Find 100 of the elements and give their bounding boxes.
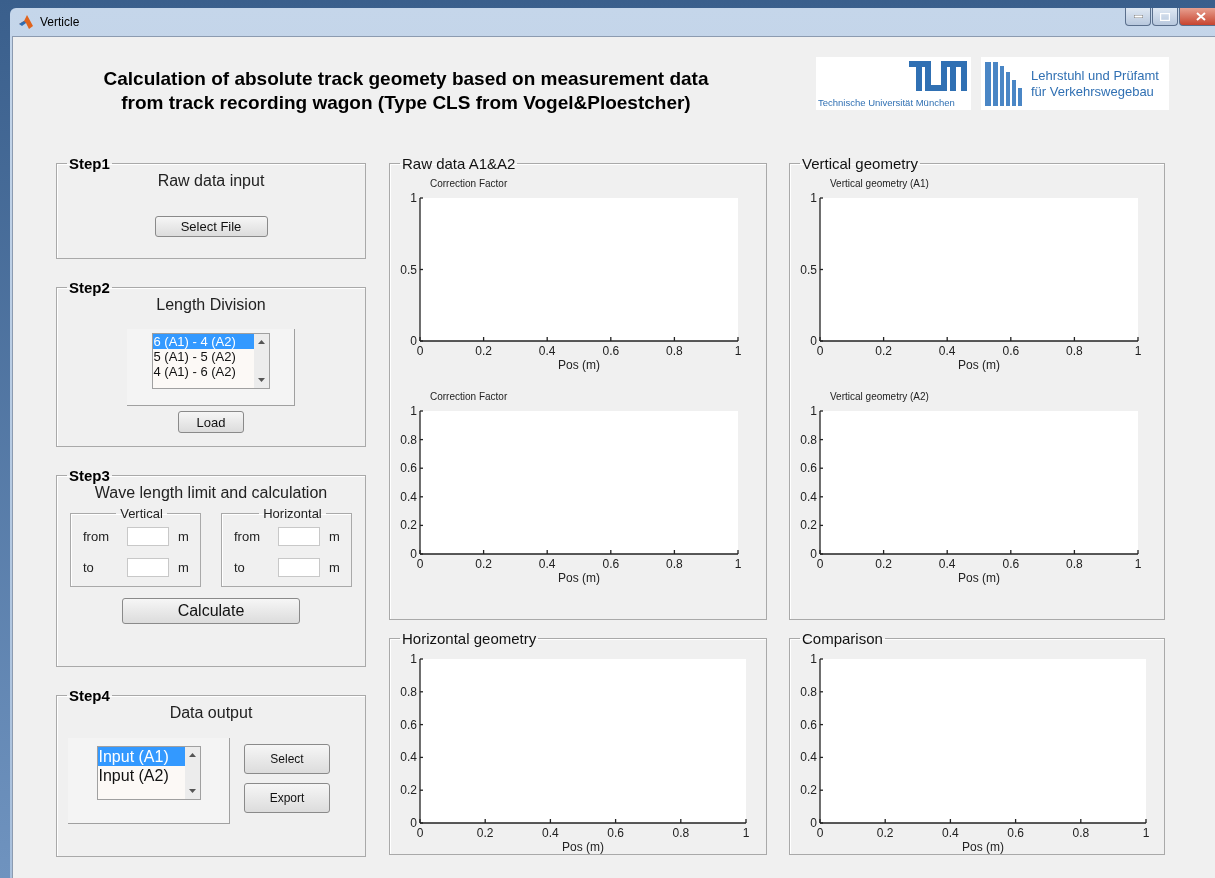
tick-label: 1 — [410, 404, 417, 418]
input-field[interactable] — [278, 558, 320, 577]
scrollbar[interactable] — [184, 747, 200, 799]
calculate-button[interactable]: Calculate — [122, 598, 300, 624]
panel-title: Step2 — [68, 279, 111, 296]
tick-label: 1 — [734, 344, 742, 358]
tick-label: 0 — [416, 557, 424, 571]
tick-label: 0.6 — [1007, 826, 1024, 840]
chart-title: Correction Factor — [430, 178, 508, 189]
step-heading: Data output — [169, 704, 253, 722]
tick-label: 0.2 — [475, 344, 492, 358]
tick-label: 0.6 — [800, 717, 817, 732]
tick-label: 0.4 — [800, 489, 817, 504]
tick-label: 1 — [410, 652, 417, 666]
tick-label: 0.2 — [875, 557, 892, 571]
group-title: Vertical — [119, 506, 164, 521]
load-button[interactable]: Load — [178, 411, 244, 433]
logo-text: Technische Universität München — [818, 97, 955, 108]
tick-label: 0.4 — [942, 826, 959, 840]
field-label: from — [83, 529, 110, 544]
tick-label: 0.2 — [875, 344, 892, 358]
tick-label: 0.8 — [800, 432, 817, 447]
tick-label: 0.4 — [538, 557, 556, 571]
maximize-button[interactable] — [1152, 8, 1178, 26]
unit-label: m — [178, 529, 189, 544]
group-title: Horizontal — [262, 506, 323, 521]
page-title: Calculation of absolute track geomety based on measurement data — [102, 67, 710, 91]
minimize-button[interactable] — [1125, 8, 1151, 26]
close-button[interactable] — [1179, 8, 1215, 26]
tick-label: 0.2 — [400, 783, 417, 798]
output-button[interactable]: Select — [244, 744, 330, 774]
scroll-up-icon — [257, 340, 265, 344]
scrollbar[interactable] — [253, 334, 269, 388]
panel-title: Vertical geometry — [801, 155, 919, 172]
chart-title: Vertical geometry (A1) — [830, 178, 929, 189]
tick-label: 0.5 — [400, 262, 417, 277]
tick-label: 0.2 — [476, 826, 494, 840]
tick-label: 0.2 — [475, 557, 492, 571]
list-option[interactable]: Input (A2) — [97, 766, 185, 785]
axis-label: Pos (m) — [558, 358, 600, 372]
tick-label: 0.8 — [666, 344, 683, 358]
output-button[interactable]: Export — [244, 783, 330, 813]
tick-label: 0.8 — [666, 557, 683, 571]
tick-label: 0 — [810, 334, 817, 348]
tick-label: 0.2 — [800, 783, 817, 798]
panel-title: Raw data A1&A2 — [401, 155, 517, 172]
tick-label: 0 — [410, 334, 417, 348]
chart-title: Vertical geometry (A2) — [830, 391, 929, 402]
tick-label: 0.5 — [800, 262, 817, 277]
axis-label: Pos (m) — [962, 840, 1004, 854]
tum-logo-icon — [909, 61, 967, 91]
axis-label: Pos (m) — [558, 571, 600, 585]
scroll-down-icon — [188, 789, 196, 793]
tick-label: 0.4 — [400, 750, 417, 765]
select-file-button[interactable]: Select File — [154, 216, 268, 237]
tick-label: 0 — [410, 816, 417, 830]
tick-label: 0.6 — [602, 557, 620, 571]
minimize-icon — [1133, 15, 1143, 18]
tick-label: 1 — [410, 191, 417, 205]
tick-label: 0.6 — [602, 344, 620, 358]
tick-label: 0.6 — [400, 461, 417, 476]
panel-title: Horizontal geometry — [401, 630, 538, 647]
tick-label: 0.4 — [538, 344, 556, 358]
logo-text: für Verkehrswegebau — [1031, 83, 1155, 100]
tick-label: 0 — [816, 344, 824, 358]
tick-label: 0.8 — [800, 684, 817, 699]
maximize-icon — [1160, 12, 1170, 21]
tick-label: 1 — [1134, 557, 1142, 571]
list-option[interactable]: 4 (A1) - 6 (A2) — [152, 364, 254, 379]
logo-text: Lehrstuhl und Prüfamt — [1031, 67, 1159, 84]
tick-label: 0.8 — [400, 432, 417, 447]
unit-label: m — [329, 529, 340, 544]
step-heading: Raw data input — [157, 172, 265, 190]
panel-title: Step1 — [68, 155, 111, 172]
tick-label: 0.2 — [400, 518, 417, 533]
page-title: from track recording wagon (Type CLS from Vogel&Ploestcher) — [120, 91, 692, 115]
panel-title: Step4 — [68, 687, 111, 704]
tick-label: 1 — [1134, 344, 1142, 358]
list-option[interactable]: 5 (A1) - 5 (A2) — [152, 349, 254, 364]
panel-title: Comparison — [801, 630, 884, 647]
tick-label: 0.6 — [1002, 557, 1020, 571]
tick-label: 1 — [742, 826, 750, 840]
tick-label: 0 — [816, 557, 824, 571]
input-field[interactable] — [127, 527, 169, 546]
chart-title: Correction Factor — [430, 391, 508, 402]
tick-label: 0 — [810, 816, 817, 830]
unit-label: m — [329, 560, 340, 575]
app-icon — [18, 14, 34, 30]
field-label: to — [234, 560, 246, 575]
tick-label: 0 — [816, 826, 824, 840]
tick-label: 0.4 — [938, 344, 956, 358]
scroll-down-icon — [257, 378, 265, 382]
tick-label: 1 — [810, 404, 817, 418]
axis-label: Pos (m) — [958, 358, 1000, 372]
tick-label: 0.8 — [400, 684, 417, 699]
input-field[interactable] — [278, 527, 320, 546]
input-field[interactable] — [127, 558, 169, 577]
tick-label: 0.6 — [800, 461, 817, 476]
tick-label: 0.8 — [1072, 826, 1090, 840]
window-title: Verticle — [40, 15, 80, 29]
